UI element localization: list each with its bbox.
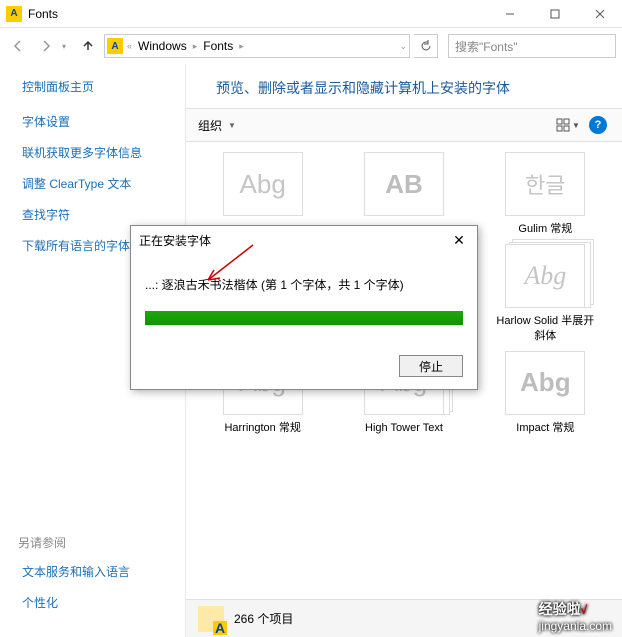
breadcrumb-item[interactable]: Windows [136, 39, 189, 53]
breadcrumb-item[interactable]: Fonts [201, 39, 235, 53]
breadcrumb-prefix: « [127, 41, 132, 51]
back-button[interactable] [6, 34, 30, 58]
sidebar-link[interactable]: 字体设置 [22, 113, 175, 130]
font-label: High Tower Text [349, 421, 459, 435]
font-thumb: Abg [505, 351, 585, 415]
font-item[interactable]: 한글 Gulim 常规 [477, 152, 614, 236]
folder-fonts-icon: A [107, 38, 123, 54]
forward-button[interactable] [34, 34, 58, 58]
font-thumb: 한글 [505, 152, 585, 216]
font-item[interactable]: AB [335, 152, 472, 236]
install-font-dialog: 正在安装字体 ✕ ...: 逐浪古禾书法楷体 (第 1 个字体，共 1 个字体)… [130, 225, 478, 390]
watermark: 经验啦√ jingyanla.com [539, 599, 612, 633]
stop-button[interactable]: 停止 [399, 355, 463, 377]
address-bar[interactable]: A « Windows ▸ Fonts ▸ ⌄ [104, 34, 410, 58]
window-title: Fonts [28, 7, 487, 21]
search-input[interactable]: 搜索"Fonts" [448, 34, 616, 58]
chevron-down-icon: ▼ [228, 121, 236, 130]
app-icon: A [6, 6, 22, 22]
chevron-right-icon: ▸ [239, 41, 244, 52]
help-icon: ? [589, 116, 607, 134]
sidebar-link[interactable]: 查找字符 [22, 206, 175, 223]
organize-button[interactable]: 组织 ▼ [198, 117, 236, 134]
sidebar-link[interactable]: 调整 ClearType 文本 [22, 175, 175, 192]
fonts-folder-icon [198, 606, 224, 632]
minimize-button[interactable] [487, 0, 532, 27]
search-placeholder: 搜索"Fonts" [455, 38, 518, 55]
progress-bar [145, 311, 463, 325]
history-dropdown-icon[interactable]: ▾ [62, 42, 72, 51]
address-dropdown-icon[interactable]: ⌄ [399, 41, 407, 52]
font-item[interactable]: Abg [194, 152, 331, 236]
status-item-count: 266 个项目 [234, 610, 293, 627]
maximize-button[interactable] [532, 0, 577, 27]
see-also-link[interactable]: 文本服务和输入语言 [22, 563, 175, 580]
font-thumb: Abg [505, 244, 585, 308]
annotation-arrow [198, 240, 258, 293]
dialog-close-button[interactable]: ✕ [449, 230, 469, 250]
close-button[interactable] [577, 0, 622, 27]
font-item[interactable]: Abg Harlow Solid 半展开 斜体 [477, 244, 614, 343]
see-also-link[interactable]: 个性化 [22, 594, 175, 611]
font-label: Harrington 常规 [208, 421, 318, 435]
font-label: Gulim 常规 [490, 222, 600, 236]
progress-fill [145, 311, 463, 325]
page-title: 预览、删除或者显示和隐藏计算机上安装的字体 [186, 64, 622, 108]
dialog-message: ...: 逐浪古禾书法楷体 (第 1 个字体，共 1 个字体) [145, 276, 463, 293]
status-bar: 266 个项目 经验啦√ jingyanla.com [186, 599, 622, 637]
see-also-heading: 另请参阅 [18, 534, 175, 551]
font-label: Harlow Solid 半展开 斜体 [490, 314, 600, 343]
refresh-button[interactable] [414, 34, 438, 58]
organize-label: 组织 [198, 117, 222, 134]
font-thumb: Abg [223, 152, 303, 216]
view-options-button[interactable]: ▼ [556, 113, 580, 137]
chevron-right-icon: ▸ [193, 41, 198, 52]
up-button[interactable] [76, 34, 100, 58]
font-label: Impact 常规 [490, 421, 600, 435]
control-panel-home-link[interactable]: 控制面板主页 [22, 78, 175, 95]
sidebar-link[interactable]: 联机获取更多字体信息 [22, 144, 175, 161]
font-thumb: AB [364, 152, 444, 216]
help-button[interactable]: ? [586, 113, 610, 137]
font-item[interactable]: Abg Impact 常规 [477, 351, 614, 435]
